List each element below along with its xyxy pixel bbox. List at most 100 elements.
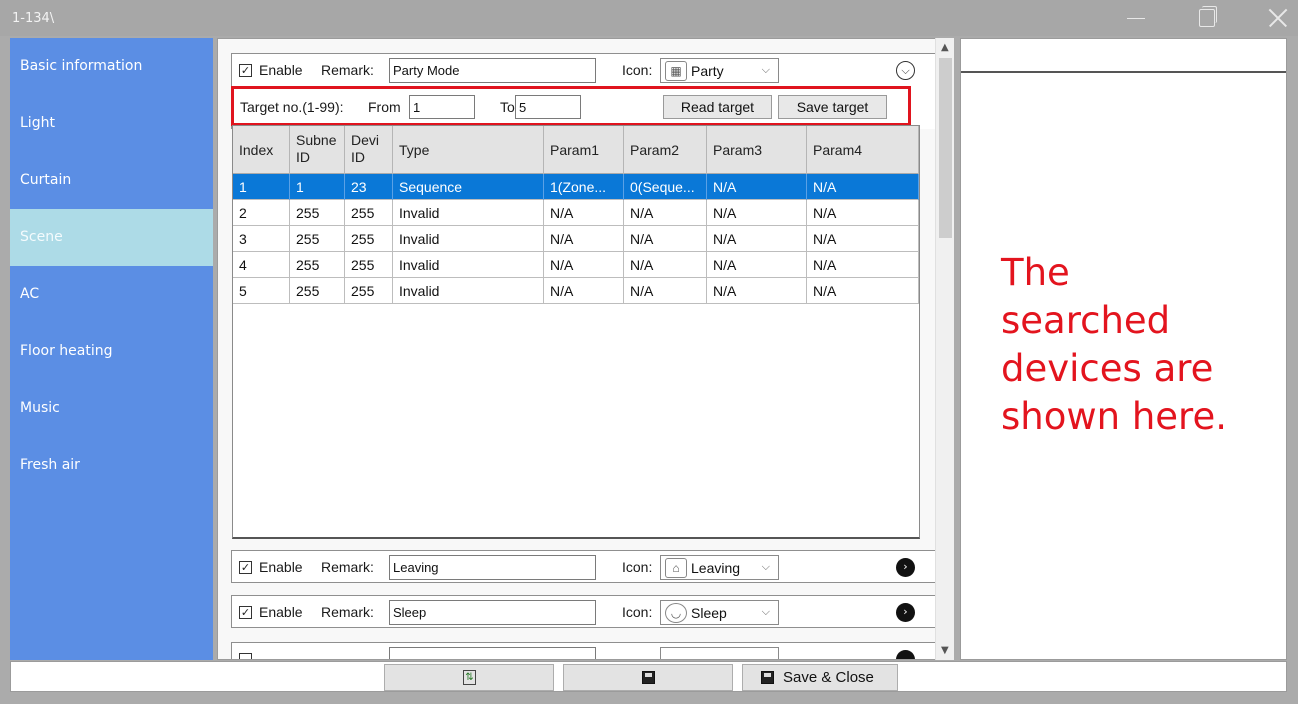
column-header[interactable]: Type bbox=[393, 126, 544, 174]
sidebar: Basic information Light Curtain Scene AC… bbox=[10, 38, 213, 660]
table-cell: N/A bbox=[544, 252, 624, 278]
table-row[interactable]: 4 255 255 Invalid N/A N/A N/A N/A bbox=[233, 252, 919, 278]
sidebar-item-fresh-air[interactable]: Fresh air bbox=[10, 437, 213, 494]
table-cell: 255 bbox=[290, 200, 345, 226]
table-cell: 3 bbox=[233, 226, 290, 252]
table-row[interactable]: 5 255 255 Invalid N/A N/A N/A N/A bbox=[233, 278, 919, 304]
table-cell: N/A bbox=[624, 252, 707, 278]
table-cell: 5 bbox=[233, 278, 290, 304]
sidebar-item-label: Basic information bbox=[20, 58, 143, 74]
remark-input[interactable] bbox=[389, 647, 596, 659]
floppy-disk-icon bbox=[761, 671, 774, 684]
table-cell: 255 bbox=[290, 252, 345, 278]
column-header-label: Index bbox=[239, 142, 274, 158]
enable-label: Enable bbox=[259, 559, 303, 575]
table-cell: N/A bbox=[807, 278, 919, 304]
scene-panel: ✓ Enable Remark: Party Mode Icon: ▦ Part… bbox=[217, 38, 954, 660]
remark-input[interactable]: Sleep bbox=[389, 600, 596, 625]
expand-icon[interactable]: › bbox=[896, 603, 915, 622]
table-row[interactable]: 2 255 255 Invalid N/A N/A N/A N/A bbox=[233, 200, 919, 226]
table-cell: 23 bbox=[345, 174, 393, 200]
annotation-line: devices are bbox=[1001, 347, 1214, 390]
restore-icon[interactable] bbox=[1183, 0, 1229, 36]
floppy-disk-icon bbox=[642, 671, 655, 684]
icon-label: Icon: bbox=[622, 604, 653, 620]
enable-checkbox[interactable]: ✓ bbox=[239, 606, 252, 619]
remark-label: Remark: bbox=[321, 62, 374, 78]
remark-input[interactable]: Leaving bbox=[389, 555, 596, 580]
enable-checkbox[interactable] bbox=[239, 653, 252, 659]
sidebar-item-basic-information[interactable]: Basic information bbox=[10, 38, 213, 95]
table-cell: N/A bbox=[624, 278, 707, 304]
sidebar-item-label: Scene bbox=[20, 229, 63, 245]
table-cell: Invalid bbox=[393, 226, 544, 252]
table-cell: 1 bbox=[290, 174, 345, 200]
sidebar-item-scene[interactable]: Scene bbox=[10, 209, 213, 266]
sidebar-item-floor-heating[interactable]: Floor heating bbox=[10, 323, 213, 380]
column-header[interactable]: Devi ID bbox=[345, 126, 393, 174]
icon-select[interactable] bbox=[660, 647, 779, 659]
enable-checkbox[interactable]: ✓ bbox=[239, 561, 252, 574]
sidebar-item-label: Fresh air bbox=[20, 457, 80, 473]
refresh-button[interactable]: ⇅ bbox=[384, 664, 554, 691]
target-table: Index Subne ID Devi ID Type Param1 Param… bbox=[232, 125, 920, 539]
column-header-label: Devi ID bbox=[351, 132, 380, 165]
icon-select[interactable]: ▦ Party ⌵ bbox=[660, 58, 779, 83]
table-cell: N/A bbox=[807, 226, 919, 252]
enable-checkbox[interactable]: ✓ bbox=[239, 64, 252, 77]
table-cell: 1 bbox=[233, 174, 290, 200]
table-row[interactable]: 3 255 255 Invalid N/A N/A N/A N/A bbox=[233, 226, 919, 252]
sidebar-item-curtain[interactable]: Curtain bbox=[10, 152, 213, 209]
scroll-up-icon[interactable]: ▲ bbox=[941, 42, 949, 53]
column-header[interactable]: Index bbox=[233, 126, 290, 174]
speaker-icon: ▦ bbox=[665, 61, 687, 81]
column-header[interactable]: Param2 bbox=[624, 126, 707, 174]
remark-input[interactable]: Party Mode bbox=[389, 58, 596, 83]
column-header[interactable]: Param1 bbox=[544, 126, 624, 174]
table-cell: 255 bbox=[345, 200, 393, 226]
save-close-button[interactable]: Save & Close bbox=[742, 664, 898, 691]
chevron-down-icon: ⌵ bbox=[761, 561, 770, 573]
column-header-label: Type bbox=[399, 142, 430, 158]
annotation-line: searched bbox=[1001, 299, 1171, 342]
sidebar-item-light[interactable]: Light bbox=[10, 95, 213, 152]
annotation-line: The bbox=[1001, 251, 1070, 294]
column-header[interactable]: Param3 bbox=[707, 126, 807, 174]
minimize-icon[interactable] bbox=[1113, 0, 1159, 36]
expand-icon[interactable]: › bbox=[896, 558, 915, 577]
collapse-icon[interactable]: ⌵ bbox=[896, 61, 915, 80]
device-panel-header bbox=[961, 39, 1286, 73]
column-header-label: Param2 bbox=[630, 142, 680, 158]
table-row[interactable]: 1 1 23 Sequence 1(Zone... 0(Seque... N/A N/A bbox=[233, 174, 919, 200]
house-leaving-icon: ⌂ bbox=[665, 558, 687, 578]
scrollbar-thumb[interactable] bbox=[939, 58, 952, 238]
highlight-box bbox=[231, 86, 911, 126]
table-cell: N/A bbox=[707, 174, 807, 200]
expand-icon[interactable] bbox=[896, 650, 915, 659]
scene-card: ✓ Enable Remark: Sleep Icon: ◡ Sleep ⌵ › bbox=[231, 595, 937, 628]
sidebar-item-music[interactable]: Music bbox=[10, 380, 213, 437]
scene-card bbox=[231, 642, 937, 659]
scroll-down-icon[interactable]: ▼ bbox=[941, 645, 949, 656]
enable-label: Enable bbox=[259, 62, 303, 78]
save-button[interactable] bbox=[563, 664, 733, 691]
table-cell: N/A bbox=[624, 226, 707, 252]
table-cell: N/A bbox=[707, 252, 807, 278]
column-header[interactable]: Param4 bbox=[807, 126, 919, 174]
icon-select[interactable]: ◡ Sleep ⌵ bbox=[660, 600, 779, 625]
icon-select[interactable]: ⌂ Leaving ⌵ bbox=[660, 555, 779, 580]
chevron-down-icon: ⌵ bbox=[761, 606, 770, 618]
close-icon[interactable] bbox=[1253, 0, 1298, 36]
table-cell: 2 bbox=[233, 200, 290, 226]
remark-label: Remark: bbox=[321, 559, 374, 575]
save-close-label: Save & Close bbox=[783, 669, 874, 686]
table-cell: Sequence bbox=[393, 174, 544, 200]
sleep-face-icon: ◡ bbox=[665, 603, 687, 623]
bottom-toolbar: ⇅ Save & Close bbox=[10, 661, 1287, 692]
sidebar-item-ac[interactable]: AC bbox=[10, 266, 213, 323]
column-header[interactable]: Subne ID bbox=[290, 126, 345, 174]
enable-label: Enable bbox=[259, 604, 303, 620]
vertical-scrollbar[interactable]: ▲ ▼ bbox=[935, 38, 954, 660]
refresh-icon: ⇅ bbox=[463, 670, 476, 685]
table-cell: 1(Zone... bbox=[544, 174, 624, 200]
